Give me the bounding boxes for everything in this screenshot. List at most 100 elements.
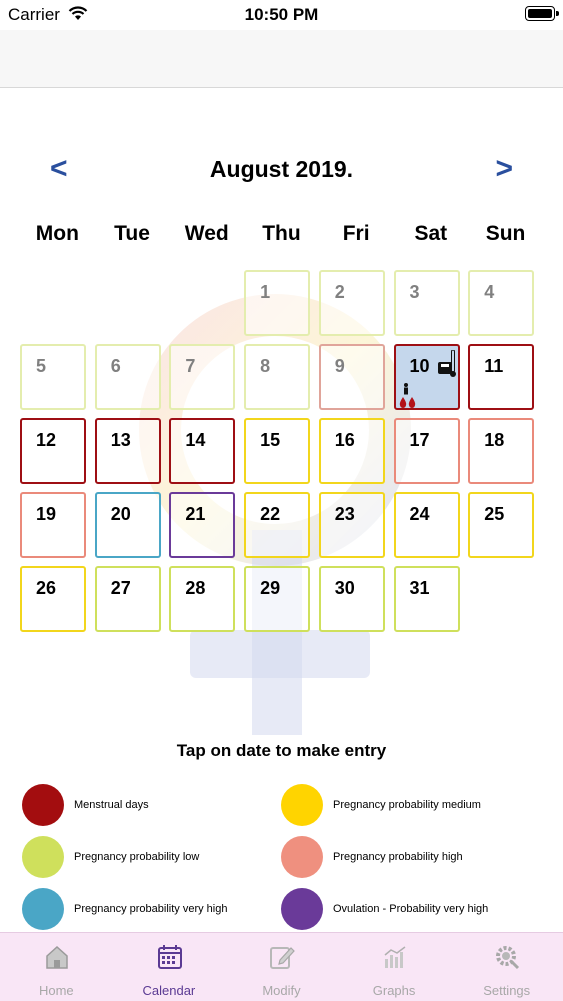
day-number: 13	[110, 430, 131, 450]
blood-drops-icon	[398, 396, 418, 414]
day-cell-4[interactable]: 4	[468, 270, 535, 336]
day-cell-15[interactable]: 15	[244, 418, 311, 484]
day-number: 6	[110, 356, 121, 376]
day-cell-9[interactable]: 9	[318, 344, 385, 410]
tab-bar: Home Calendar Modify Graphs Settings	[0, 932, 563, 1001]
tab-label: Settings	[483, 983, 531, 998]
day-number: 17	[409, 430, 430, 450]
day-number: 25	[484, 504, 505, 524]
day-cell-10[interactable]: 10	[393, 344, 460, 410]
calendar-grid: 1 2 3 4 5 6 7 8 9 10 11 12 13 14 15 16 17 18 19 20 21 22 23 24 2…	[20, 270, 543, 642]
legend-label: Menstrual days	[74, 799, 149, 811]
weekday-tue: Tue	[114, 222, 150, 245]
tab-graphs[interactable]: Graphs	[338, 933, 451, 1001]
day-cell-17[interactable]: 17	[393, 418, 460, 484]
day-cell-12[interactable]: 12	[20, 418, 86, 484]
day-cell-8[interactable]: 8	[244, 344, 311, 410]
day-cell-25[interactable]: 25	[468, 492, 535, 558]
day-cell-20[interactable]: 20	[94, 492, 161, 558]
navigation-bar	[0, 30, 563, 88]
day-number: 19	[36, 504, 57, 524]
day-cell-18[interactable]: 18	[468, 418, 535, 484]
battery-icon	[525, 6, 559, 21]
day-number: 23	[334, 504, 355, 524]
day-number: 12	[36, 430, 57, 450]
graph-icon	[381, 943, 409, 971]
day-cell-31[interactable]: 31	[393, 566, 460, 632]
legend-label: Pregnancy probability medium	[333, 799, 481, 811]
weekday-thu: Thu	[262, 222, 301, 245]
legend-label: Pregnancy probability high	[333, 851, 463, 863]
day-cell-26[interactable]: 26	[20, 566, 86, 632]
day-number: 3	[409, 282, 420, 302]
day-cell-2[interactable]: 2	[318, 270, 385, 336]
legend-label: Pregnancy probability low	[74, 851, 200, 863]
day-cell-6[interactable]: 6	[94, 344, 161, 410]
day-cell-23[interactable]: 23	[318, 492, 385, 558]
day-cell-3[interactable]: 3	[393, 270, 460, 336]
day-cell-19[interactable]: 19	[20, 492, 86, 558]
calendar-icon	[156, 943, 184, 971]
status-time: 10:50 PM	[244, 5, 319, 24]
next-month-button[interactable]: >	[495, 152, 513, 186]
tab-label: Home	[38, 983, 74, 998]
day-number: 8	[260, 356, 271, 376]
day-cell-30[interactable]: 30	[318, 566, 385, 632]
day-number: 22	[260, 504, 281, 524]
day-cell-21[interactable]: 21	[169, 492, 236, 558]
edit-icon	[268, 943, 296, 971]
weekday-mon: Mon	[35, 222, 79, 245]
instruction-text: Tap on date to make entry	[176, 741, 387, 760]
day-number: 16	[334, 430, 355, 450]
day-number: 26	[36, 578, 57, 598]
gear-icon	[493, 943, 521, 971]
day-number: 29	[260, 578, 281, 598]
day-number: 30	[334, 578, 355, 598]
day-cell-16[interactable]: 16	[318, 418, 385, 484]
day-cell-13[interactable]: 13	[94, 418, 161, 484]
day-number: 1	[260, 282, 271, 302]
day-number: 10	[409, 356, 430, 376]
day-number: 21	[185, 504, 206, 524]
tab-home[interactable]: Home	[0, 933, 113, 1001]
house-icon	[43, 943, 71, 971]
day-cell-24[interactable]: 24	[393, 492, 460, 558]
day-number: 5	[36, 356, 47, 376]
thermometer-icon	[449, 349, 456, 383]
day-cell-28[interactable]: 28	[169, 566, 236, 632]
tab-label: Calendar	[142, 983, 196, 998]
day-number: 11	[484, 356, 504, 376]
day-cell-5[interactable]: 5	[20, 344, 86, 410]
legend-color-dot	[22, 836, 64, 878]
legend-label: Ovulation - Probability very high	[333, 903, 489, 915]
day-cell-7[interactable]: 7	[169, 344, 236, 410]
day-number: 24	[409, 504, 430, 524]
weekday-sun: Sun	[485, 222, 526, 245]
weekday-wed: Wed	[184, 222, 229, 245]
legend-color-dot	[22, 888, 64, 930]
day-cell-1[interactable]: 1	[244, 270, 311, 336]
weekday-sat: Sat	[414, 222, 448, 245]
tab-label: Graphs	[372, 983, 416, 998]
month-navigation: < August 2019. >	[0, 152, 563, 192]
day-cell-11[interactable]: 11	[468, 344, 535, 410]
day-cell-27[interactable]: 27	[94, 566, 161, 632]
legend-label: Pregnancy probability very high	[74, 903, 228, 915]
day-number: 4	[484, 282, 495, 302]
day-cell-29[interactable]: 29	[244, 566, 311, 632]
day-number: 2	[334, 282, 345, 302]
day-cell-22[interactable]: 22	[244, 492, 311, 558]
day-cell-14[interactable]: 14	[169, 418, 236, 484]
day-number: 9	[334, 356, 345, 376]
day-number: 7	[185, 356, 196, 376]
tab-modify[interactable]: Modify	[225, 933, 338, 1001]
day-number: 18	[484, 430, 505, 450]
status-bar: Carrier 10:50 PM	[0, 0, 563, 30]
legend-color-dot	[22, 784, 64, 826]
tab-settings[interactable]: Settings	[450, 933, 563, 1001]
tab-calendar[interactable]: Calendar	[113, 933, 226, 1001]
day-number: 31	[409, 578, 430, 598]
day-number: 14	[185, 430, 206, 450]
weekday-fri: Fri	[342, 222, 370, 245]
day-number: 15	[260, 430, 281, 450]
